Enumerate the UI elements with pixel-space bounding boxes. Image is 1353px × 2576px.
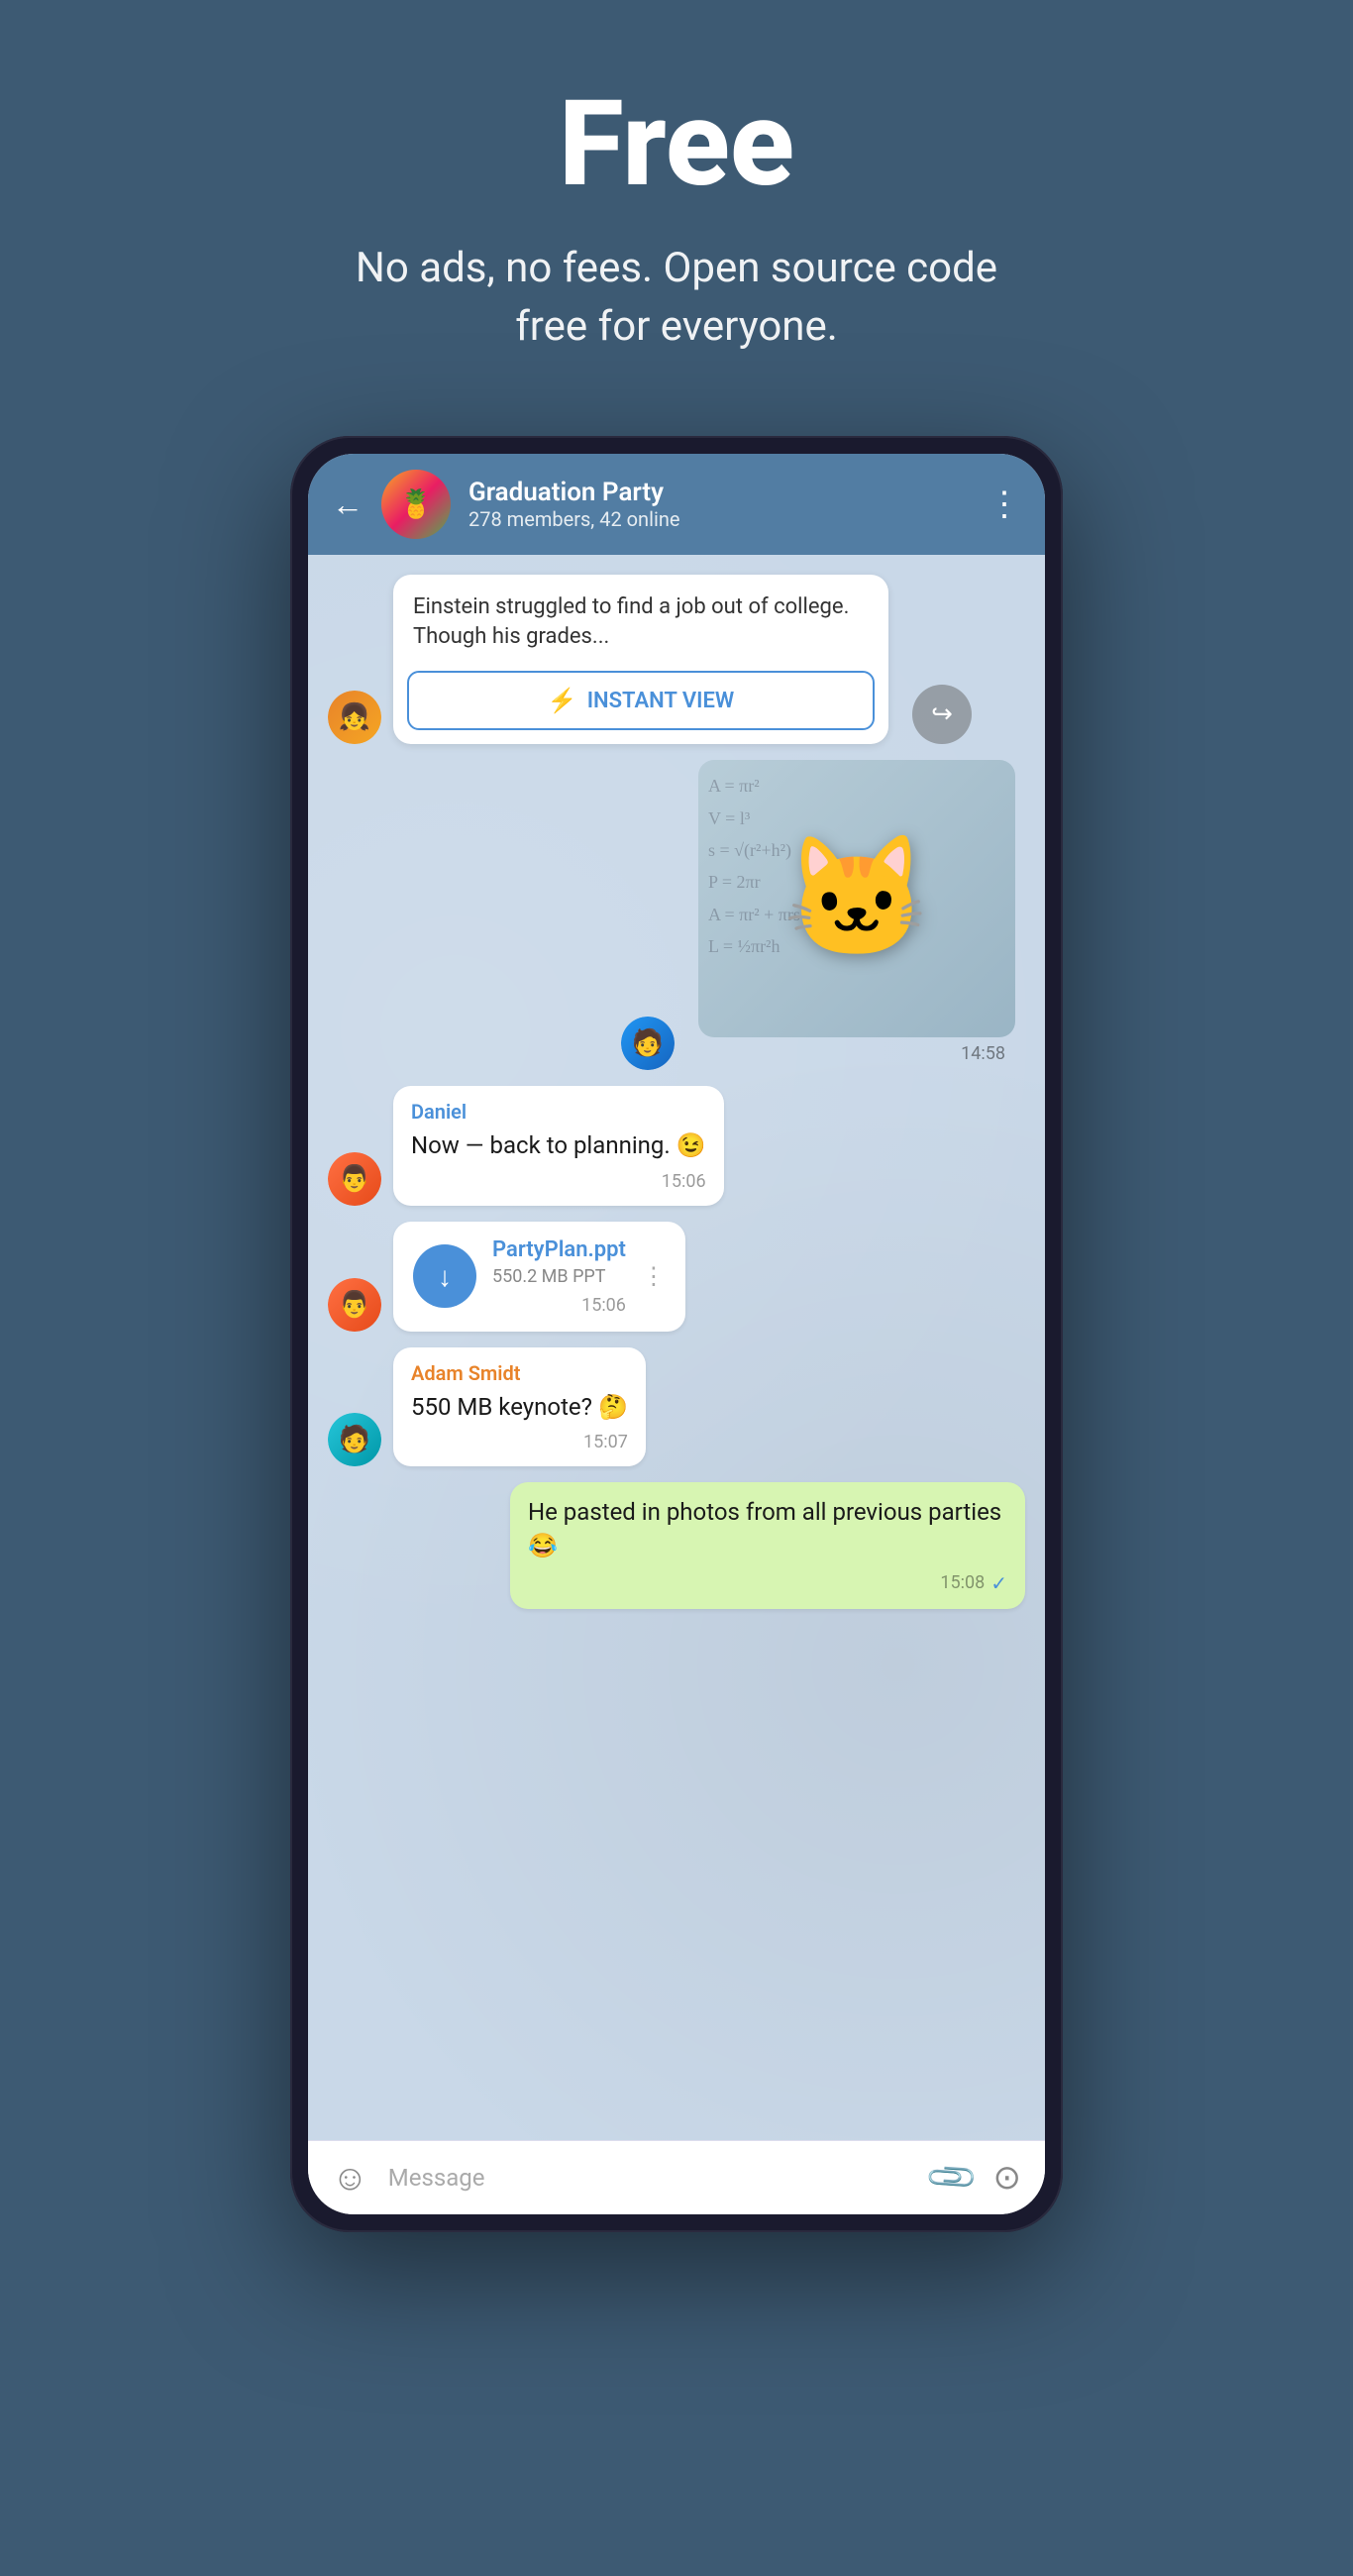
message-meta: 15:07 (411, 1432, 628, 1452)
group-members: 278 members, 42 online (468, 507, 970, 531)
avatar: 👨 (328, 1152, 381, 1206)
back-button[interactable]: ← (332, 488, 364, 520)
instant-view-button[interactable]: ⚡ INSTANT VIEW (407, 671, 875, 730)
chat-header: ← 🍍 Graduation Party 278 members, 42 onl… (308, 454, 1045, 555)
file-more-button[interactable]: ⋮ (642, 1262, 666, 1290)
message-row: 👨 ↓ PartyPlan.ppt 550.2 MB PPT 15:06 (328, 1222, 1025, 1332)
chat-input-bar: ☺ Message 📎 ⊙ (308, 2140, 1045, 2214)
sticker-container: A = πr² V = l³ s = √(r²+h²) P = 2πr A = … (698, 760, 1015, 1070)
download-button[interactable]: ↓ (413, 1244, 476, 1308)
sticker-background: A = πr² V = l³ s = √(r²+h²) P = 2πr A = … (698, 760, 1015, 1037)
file-info: PartyPlan.ppt 550.2 MB PPT 15:06 (492, 1237, 626, 1316)
avatar: 👨 (328, 1278, 381, 1332)
message-meta: 15:06 (411, 1171, 706, 1192)
attach-button[interactable]: 📎 (923, 2148, 981, 2205)
article-bubble: Einstein struggled to find a job out of … (393, 575, 888, 745)
download-icon: ↓ (438, 1260, 452, 1293)
camera-button[interactable]: ⊙ (993, 2158, 1022, 2198)
avatar: 🧑 (328, 1413, 381, 1466)
more-button[interactable]: ⋮ (988, 484, 1021, 524)
group-name: Graduation Party (468, 478, 970, 507)
sender-name: Adam Smidt (411, 1361, 628, 1385)
hero-title: Free (330, 79, 1023, 210)
message-meta: 15:06 (492, 1295, 626, 1316)
file-name: PartyPlan.ppt (492, 1237, 626, 1262)
sticker-time: 14:58 (698, 1037, 1015, 1070)
message-time: 15:08 (940, 1572, 985, 1593)
sticker-message-row: 🧑 A = πr² V = l³ s = √(r²+h²) P = 2πr A … (328, 760, 1025, 1070)
hero-subtitle: No ads, no fees. Open source code free f… (330, 240, 1023, 357)
message-content: 550 MB keynote? 🤔 (411, 1391, 628, 1425)
cat-sticker: 🐱 (782, 829, 930, 968)
outgoing-bubble: He pasted in photos from all previous pa… (510, 1482, 1025, 1608)
message-row: 👧 Einstein struggled to find a job out o… (328, 575, 1025, 745)
chat-body: 👧 Einstein struggled to find a job out o… (308, 555, 1045, 2140)
message-meta: 15:08 ✓ (528, 1571, 1007, 1595)
avatar: 🧑 (621, 1017, 675, 1070)
emoji-button[interactable]: ☺ (332, 2157, 368, 2199)
message-time: 15:06 (662, 1171, 706, 1192)
share-icon: ↪ (931, 699, 953, 729)
group-avatar: 🍍 (381, 470, 451, 539)
checkmark-icon: ✓ (990, 1571, 1007, 1595)
text-bubble: Daniel Now — back to planning. 😉 15:06 (393, 1086, 724, 1206)
message-input[interactable]: Message (388, 2164, 911, 2192)
article-text: Einstein struggled to find a job out of … (393, 575, 888, 672)
message-time: 15:06 (581, 1295, 626, 1316)
hero-section: Free No ads, no fees. Open source code f… (290, 0, 1063, 416)
file-size: 550.2 MB PPT (492, 1266, 626, 1287)
instant-view-label: INSTANT VIEW (587, 689, 735, 713)
phone-outer: ← 🍍 Graduation Party 278 members, 42 onl… (290, 436, 1063, 2232)
lightning-icon: ⚡ (548, 687, 577, 714)
message-content: Now — back to planning. 😉 (411, 1129, 706, 1163)
file-bubble: ↓ PartyPlan.ppt 550.2 MB PPT 15:06 ⋮ (393, 1222, 685, 1332)
message-row: He pasted in photos from all previous pa… (328, 1482, 1025, 1608)
message-row: 🧑 Adam Smidt 550 MB keynote? 🤔 15:07 (328, 1347, 1025, 1467)
group-info: Graduation Party 278 members, 42 online (468, 478, 970, 531)
phone-mockup: ← 🍍 Graduation Party 278 members, 42 onl… (290, 436, 1063, 2232)
sender-name: Daniel (411, 1100, 706, 1124)
message-row: 👨 Daniel Now — back to planning. 😉 15:06 (328, 1086, 1025, 1206)
phone-screen: ← 🍍 Graduation Party 278 members, 42 onl… (308, 454, 1045, 2214)
avatar: 👧 (328, 691, 381, 744)
share-button[interactable]: ↪ (912, 685, 972, 744)
message-time: 15:07 (583, 1432, 628, 1452)
message-content: He pasted in photos from all previous pa… (528, 1496, 1007, 1562)
text-bubble: Adam Smidt 550 MB keynote? 🤔 15:07 (393, 1347, 646, 1467)
